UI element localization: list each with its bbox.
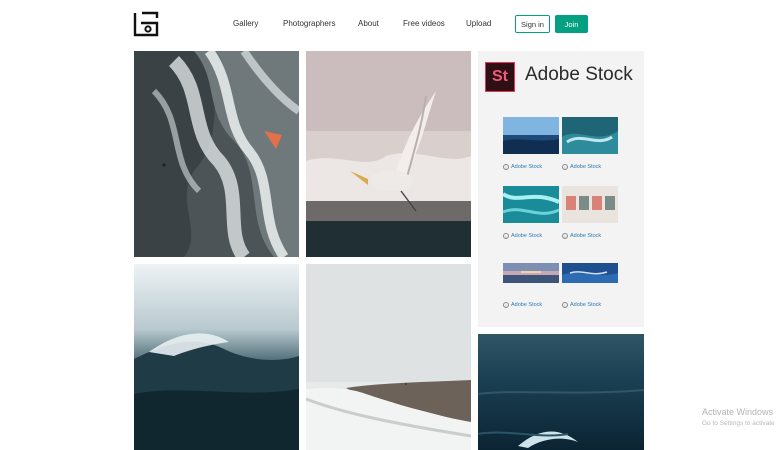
info-icon: i	[562, 302, 568, 308]
stock-credit-label: Adobe Stock	[570, 233, 602, 239]
info-icon: i	[562, 233, 568, 239]
stock-thumb-1[interactable]	[503, 117, 559, 154]
info-icon: i	[562, 164, 568, 170]
stock-credit-3[interactable]: i Adobe Stock	[503, 233, 542, 239]
photo-seagull[interactable]	[306, 51, 471, 257]
nav-about[interactable]: About	[358, 19, 379, 28]
photo-dark-ocean[interactable]	[478, 334, 644, 450]
stock-credit-label: Adobe Stock	[570, 164, 602, 170]
info-icon: i	[503, 302, 509, 308]
photo-foggy-wave[interactable]	[134, 264, 299, 450]
stock-credit-4[interactable]: i Adobe Stock	[562, 233, 601, 239]
stock-credit-2[interactable]: i Adobe Stock	[562, 164, 601, 170]
join-button[interactable]: Join	[555, 15, 588, 33]
stock-thumb-5[interactable]	[503, 263, 559, 283]
stock-credit-label: Adobe Stock	[511, 164, 543, 170]
site-logo-icon[interactable]	[133, 11, 159, 37]
stock-thumb-2[interactable]	[562, 117, 618, 154]
photo-aerial-surf[interactable]	[134, 51, 299, 257]
adobe-stock-logo[interactable]: St	[485, 62, 515, 92]
stock-thumb-4[interactable]	[562, 186, 618, 223]
stock-credit-label: Adobe Stock	[570, 302, 602, 308]
stock-thumb-6[interactable]	[562, 263, 618, 283]
stock-credit-label: Adobe Stock	[511, 233, 543, 239]
nav-photographers[interactable]: Photographers	[283, 19, 335, 28]
info-icon: i	[503, 164, 509, 170]
nav-free-videos[interactable]: Free videos	[403, 19, 445, 28]
page: Gallery Photographers About Free videos …	[0, 0, 780, 450]
stock-credit-label: Adobe Stock	[511, 302, 543, 308]
stock-credit-6[interactable]: i Adobe Stock	[562, 302, 601, 308]
sign-in-button[interactable]: Sign in	[515, 15, 550, 33]
nav-gallery[interactable]: Gallery	[233, 19, 258, 28]
info-icon: i	[503, 233, 509, 239]
adobe-stock-title: Adobe Stock	[525, 64, 633, 85]
stock-credit-1[interactable]: i Adobe Stock	[503, 164, 542, 170]
stock-thumb-3[interactable]	[503, 186, 559, 223]
nav-upload[interactable]: Upload	[466, 19, 491, 28]
photo-misty-beach[interactable]	[306, 264, 471, 450]
adobe-stock-panel: St Adobe Stock i Adobe Stock i Adobe Stock	[478, 51, 644, 327]
activate-windows-title: Activate Windows	[702, 407, 774, 417]
stock-credit-5[interactable]: i Adobe Stock	[503, 302, 542, 308]
activate-windows-subtitle: Go to Settings to activate	[702, 420, 775, 427]
